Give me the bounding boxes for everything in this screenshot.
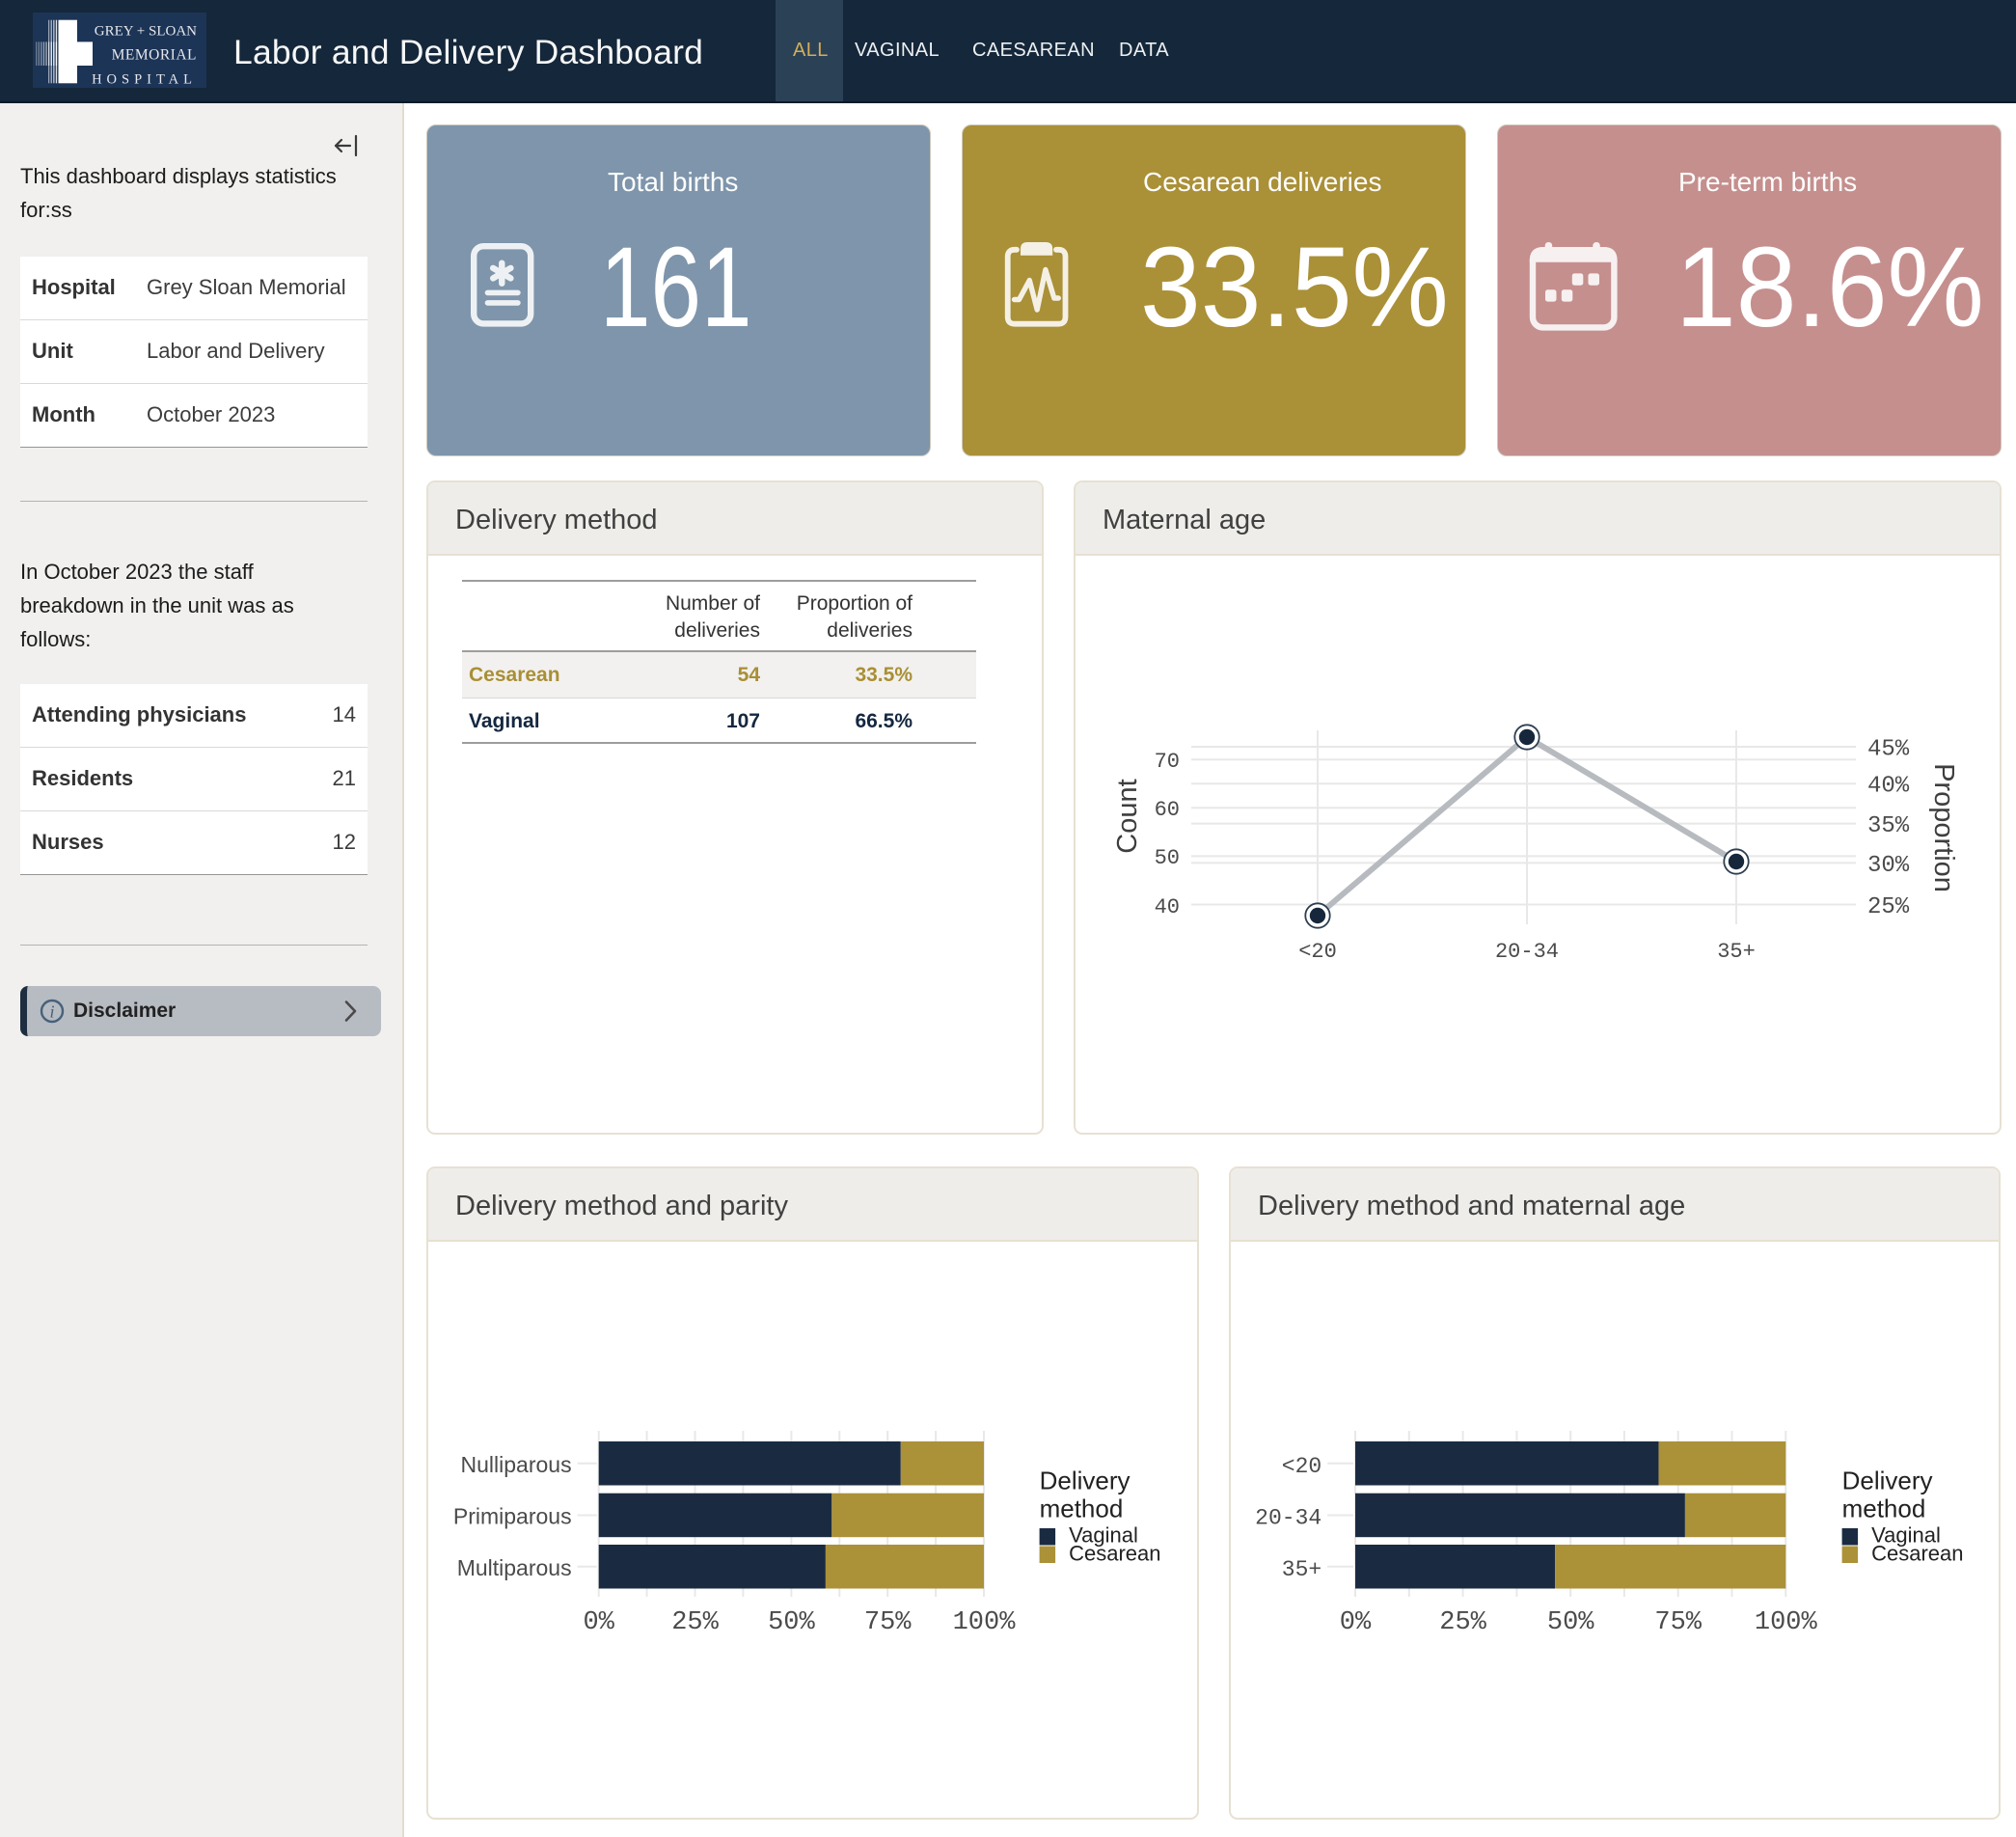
svg-text:35+: 35+ [1282,1557,1321,1582]
svg-text:Multiparous: Multiparous [457,1555,572,1580]
svg-text:method: method [1040,1494,1124,1522]
svg-text:25%: 25% [1439,1608,1486,1637]
svg-text:method: method [1842,1494,1926,1522]
svg-text:Count: Count [1112,779,1143,853]
svg-text:20-34: 20-34 [1255,1506,1321,1531]
svg-text:25%: 25% [1867,894,1910,920]
svg-text:30%: 30% [1867,853,1910,879]
svg-text:GREY + SLOAN: GREY + SLOAN [95,23,197,39]
svg-text:60: 60 [1155,798,1180,822]
svg-text:<20: <20 [1282,1454,1321,1479]
svg-text:Delivery: Delivery [1040,1467,1131,1495]
svg-text:Delivery: Delivery [1842,1467,1933,1495]
svg-text:Nulliparous: Nulliparous [461,1452,572,1477]
svg-text:75%: 75% [864,1608,912,1637]
svg-text:Cesarean: Cesarean [1871,1542,1963,1566]
svg-text:Primiparous: Primiparous [453,1504,572,1529]
svg-text:HOSPITAL: HOSPITAL [92,71,197,87]
svg-text:Proportion: Proportion [1928,763,1959,892]
svg-text:<20: <20 [1298,940,1337,964]
svg-text:50%: 50% [768,1608,815,1637]
svg-text:0%: 0% [583,1608,614,1637]
svg-text:0%: 0% [1340,1608,1372,1637]
svg-text:100%: 100% [1755,1608,1818,1637]
svg-text:75%: 75% [1654,1608,1702,1637]
svg-text:Cesarean: Cesarean [1069,1542,1160,1566]
svg-text:i: i [49,1002,54,1022]
svg-text:25%: 25% [671,1608,719,1637]
svg-text:MEMORIAL: MEMORIAL [112,46,197,63]
svg-text:40: 40 [1155,895,1180,919]
svg-text:35%: 35% [1867,813,1910,839]
svg-text:100%: 100% [953,1608,1017,1637]
svg-text:70: 70 [1155,750,1180,774]
svg-text:20-34: 20-34 [1495,940,1559,964]
svg-text:50: 50 [1155,846,1180,870]
svg-text:50%: 50% [1547,1608,1594,1637]
svg-text:35+: 35+ [1717,940,1756,964]
svg-text:45%: 45% [1867,737,1910,763]
svg-text:40%: 40% [1867,774,1910,800]
